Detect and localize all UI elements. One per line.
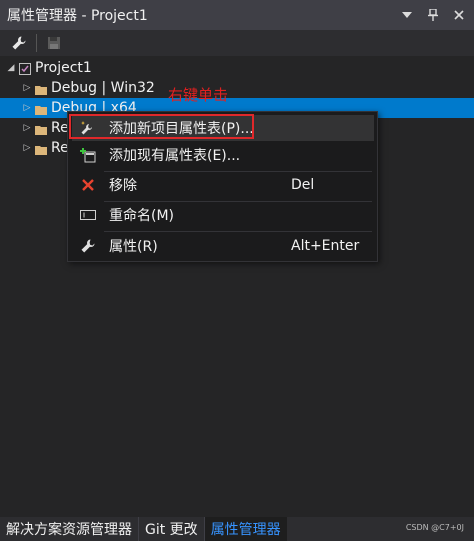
- folder-icon: [35, 123, 47, 135]
- menu-item-add-existing-property-sheet[interactable]: 添加现有属性表(E)...: [72, 142, 374, 168]
- folder-icon: [35, 103, 47, 115]
- tree-root-project1[interactable]: ◢ Project1: [0, 58, 474, 78]
- tab-solution-explorer[interactable]: 解决方案资源管理器: [0, 517, 138, 541]
- tab-property-manager[interactable]: 属性管理器: [204, 517, 287, 541]
- toolbar-separator: [36, 34, 37, 52]
- menu-item-properties[interactable]: 属性(R) Alt+Enter: [72, 233, 374, 259]
- tree-root-label: Project1: [35, 60, 92, 76]
- menu-item-label: 属性(R): [109, 239, 158, 255]
- menu-item-add-new-property-sheet[interactable]: 添加新项目属性表(P)...: [72, 115, 374, 141]
- collapsed-arrow-icon[interactable]: ▷: [22, 83, 32, 93]
- tree-item-debug-win32[interactable]: ▷ Debug | Win32: [0, 78, 474, 98]
- add-new-sheet-icon: [80, 120, 96, 136]
- menu-item-label: 重命名(M): [109, 208, 175, 224]
- collapsed-arrow-icon[interactable]: ▷: [22, 123, 32, 133]
- title-bar: 属性管理器 - Project1: [0, 0, 474, 30]
- dropdown-icon[interactable]: [396, 4, 418, 26]
- save-icon[interactable]: [43, 32, 65, 54]
- context-menu: 添加新项目属性表(P)... 添加现有属性表(E)... 移除 Del 重命名(…: [67, 111, 378, 262]
- menu-item-label: 添加现有属性表(E)...: [109, 148, 241, 164]
- add-existing-sheet-icon: [80, 147, 96, 163]
- folder-icon: [35, 143, 47, 155]
- toolbar: [0, 30, 474, 56]
- close-icon[interactable]: [448, 4, 470, 26]
- right-click-annotation: 右键单击: [168, 86, 229, 104]
- properties-wrench-icon: [80, 238, 96, 254]
- menu-item-label: 移除: [109, 178, 137, 194]
- watermark: CSDN @C7+0J: [405, 523, 464, 532]
- window-title: 属性管理器 - Project1: [7, 8, 148, 24]
- menu-item-shortcut: Del: [291, 177, 315, 193]
- rename-icon: [80, 207, 96, 223]
- menu-item-remove[interactable]: 移除 Del: [72, 172, 374, 198]
- collapsed-arrow-icon[interactable]: ▷: [22, 103, 32, 113]
- menu-item-label: 添加新项目属性表(P)...: [109, 121, 254, 137]
- folder-icon: [35, 83, 47, 95]
- menu-separator: [104, 231, 372, 232]
- project-icon: [19, 63, 31, 75]
- tree-item-label: Debug | Win32: [51, 80, 155, 96]
- menu-item-shortcut: Alt+Enter: [291, 238, 360, 254]
- tab-git-changes[interactable]: Git 更改: [139, 517, 204, 541]
- bottom-tab-bar: 解决方案资源管理器 Git 更改 属性管理器 CSDN @C7+0J: [0, 517, 474, 541]
- collapsed-arrow-icon[interactable]: ▷: [22, 143, 32, 153]
- pin-icon[interactable]: [422, 4, 444, 26]
- expanded-arrow-icon[interactable]: ◢: [6, 63, 16, 73]
- remove-icon: [80, 177, 96, 193]
- menu-item-rename[interactable]: 重命名(M): [72, 202, 374, 228]
- wrench-icon[interactable]: [8, 32, 30, 54]
